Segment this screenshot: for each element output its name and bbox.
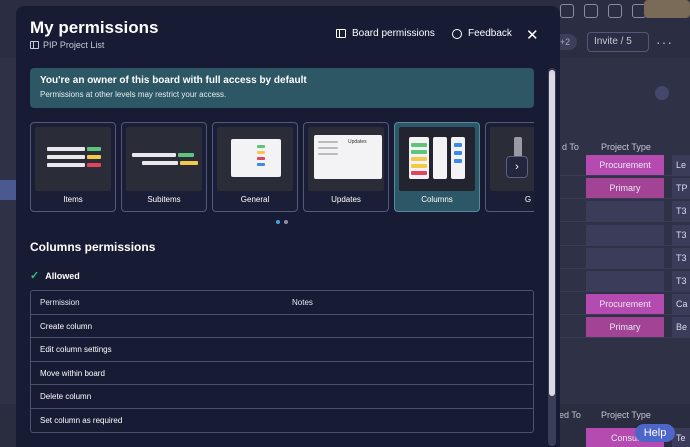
side-cell[interactable]: Le <box>672 155 690 175</box>
board-permissions-label: Board permissions <box>352 28 435 39</box>
header-permission: Permission <box>40 298 80 307</box>
side-cell[interactable]: Ca <box>672 294 690 315</box>
column-header-project-type: Project Type <box>601 142 651 152</box>
category-card-items[interactable]: Items <box>30 122 116 212</box>
category-label: Updates <box>331 195 361 204</box>
pagination-dot[interactable] <box>284 220 288 224</box>
board-name: PIP Project List <box>43 40 105 50</box>
project-type-cell[interactable] <box>586 201 664 222</box>
permissions-modal: My permissions PIP Project List Board pe… <box>16 6 560 447</box>
side-cell[interactable]: T3 <box>672 271 690 291</box>
category-label: General <box>240 195 270 204</box>
items-preview-image <box>35 127 111 191</box>
category-card-general[interactable]: General <box>212 122 298 212</box>
side-cell[interactable]: Be <box>672 317 690 338</box>
permissions-table: Permission Notes Create column Edit colu… <box>30 290 534 433</box>
bell-icon[interactable] <box>584 4 598 18</box>
side-cell[interactable]: T3 <box>672 201 690 222</box>
topbar-icons <box>560 4 646 18</box>
banner-text: Permissions at other levels may restrict… <box>40 90 227 99</box>
check-icon: ✓ <box>30 270 40 282</box>
category-card-subitems[interactable]: Subitems <box>121 122 207 212</box>
project-type-cell[interactable] <box>586 271 664 291</box>
project-type-cell[interactable]: Procurement <box>586 294 664 315</box>
bottom-column-header-project-type: Project Type <box>601 410 651 420</box>
close-icon[interactable]: ✕ <box>526 26 539 44</box>
carousel-pagination <box>276 220 288 224</box>
invite-button[interactable]: Invite / 5 <box>587 32 649 52</box>
updates-preview-image: Updates <box>308 127 384 191</box>
section-title: Columns permissions <box>30 240 156 254</box>
allowed-status: ✓ Allowed <box>30 269 80 282</box>
calendar-icon[interactable] <box>560 4 574 18</box>
column-header-owner: d To <box>562 142 579 152</box>
project-type-cell[interactable] <box>586 247 664 268</box>
table-row: Move within board <box>31 362 533 385</box>
permission-name: Create column <box>40 321 93 331</box>
carousel-next-button[interactable]: › <box>506 156 528 178</box>
modal-header: My permissions PIP Project List Board pe… <box>16 6 560 64</box>
category-label: Subitems <box>147 195 181 204</box>
project-type-cell[interactable]: Primary <box>586 317 664 338</box>
feedback-label: Feedback <box>468 28 512 39</box>
inbox-icon[interactable] <box>608 4 622 18</box>
banner-title: You're an owner of this board with full … <box>40 75 307 86</box>
help-button[interactable]: Help <box>635 424 675 442</box>
scrollbar-thumb[interactable] <box>549 70 555 396</box>
columns-preview-image <box>399 127 475 191</box>
category-label: Items <box>63 195 83 204</box>
feedback-button[interactable]: Feedback <box>452 28 512 39</box>
project-type-cell[interactable]: Primary <box>586 178 664 199</box>
side-cell[interactable]: TP <box>672 178 690 199</box>
project-type-cell[interactable]: Procurement <box>586 155 664 175</box>
pagination-dot-active[interactable] <box>276 220 280 224</box>
side-cell[interactable]: T3 <box>672 247 690 268</box>
side-cell[interactable]: T3 <box>672 224 690 245</box>
permission-name: Delete column <box>40 392 92 401</box>
category-card-columns[interactable]: Columns <box>394 122 480 212</box>
selected-row-marker <box>0 180 16 200</box>
board-permissions-button[interactable]: Board permissions <box>336 28 435 39</box>
modal-title: My permissions <box>30 18 159 37</box>
permission-name: Set column as required <box>40 415 123 425</box>
board-icon <box>30 41 39 49</box>
table-row: Create column <box>31 315 533 338</box>
table-header-row: Permission Notes <box>31 291 533 315</box>
modal-content: You're an owner of this board with full … <box>16 64 546 447</box>
table-row: Edit column settings <box>31 338 533 362</box>
permission-name: Move within board <box>40 368 105 378</box>
feedback-icon <box>452 28 462 39</box>
board-icon <box>336 29 346 38</box>
collapse-icon[interactable] <box>655 86 669 100</box>
general-preview-image <box>217 127 293 191</box>
permission-category-carousel: Items Subitems General Updates Updates C… <box>30 122 534 214</box>
project-type-cell[interactable] <box>586 224 664 245</box>
avatar[interactable] <box>644 0 690 18</box>
header-notes: Notes <box>292 298 313 307</box>
category-label: Columns <box>421 195 453 204</box>
permission-name: Edit column settings <box>40 345 112 354</box>
table-row: Delete column <box>31 385 533 409</box>
category-label: G <box>524 195 532 204</box>
table-row: Set column as required <box>31 409 533 433</box>
more-options-icon[interactable]: ··· <box>656 34 673 50</box>
updates-preview-label: Updates <box>348 139 367 145</box>
board-subtitle: PIP Project List <box>30 40 104 50</box>
owner-banner: You're an owner of this board with full … <box>30 68 534 108</box>
allowed-label: Allowed <box>45 270 80 281</box>
category-card-updates[interactable]: Updates Updates <box>303 122 389 212</box>
subitems-preview-image <box>126 127 202 191</box>
